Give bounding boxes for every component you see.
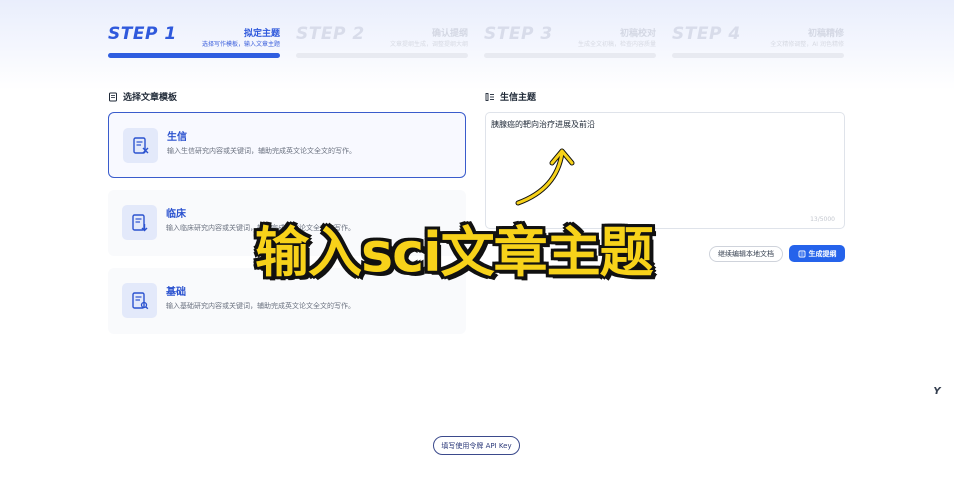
- card-title: 生信: [167, 132, 187, 143]
- step-description: 文章提纲生成，调整提纲大纲: [389, 41, 468, 48]
- step-number: STEP 2: [296, 24, 365, 44]
- card-icon-wrap: [122, 283, 157, 318]
- step-progress-bar: [108, 53, 280, 58]
- topic-section-title: 生信主题: [500, 93, 537, 103]
- video-caption: 输入sci文章主题: [255, 221, 654, 284]
- outline-icon: [798, 250, 805, 257]
- card-icon-wrap: [122, 205, 157, 240]
- template-section-header: 选择文章模板: [108, 90, 177, 103]
- step-number: STEP 3: [484, 24, 553, 44]
- card-description: 输入基础研究内容或关键词，辅助完成英文论文全文的写作。: [166, 302, 355, 310]
- step-title: 拟定主题: [243, 29, 280, 39]
- step-number: STEP 4: [672, 24, 741, 44]
- step-progress-bar: [484, 53, 656, 58]
- card-icon-wrap: [123, 128, 158, 163]
- basic-research-icon: [131, 291, 148, 309]
- generate-outline-label: 生成提纲: [808, 249, 837, 258]
- step-description: 选择写作模板，输入文章主题: [201, 41, 280, 48]
- clinical-icon: [131, 213, 147, 231]
- step-1[interactable]: STEP 1 拟定主题 选择写作模板，输入文章主题: [108, 22, 280, 60]
- step-progress-bar: [296, 53, 468, 58]
- corner-logo[interactable]: Y: [929, 386, 945, 400]
- card-title: 基础: [166, 287, 186, 298]
- step-title: 初稿校对: [619, 29, 656, 39]
- step-4[interactable]: STEP 4 初稿精修 全文精修调整，AI 润色精修: [672, 22, 844, 60]
- step-progress: STEP 1 拟定主题 选择写作模板，输入文章主题 STEP 2 确认提纲 文章…: [108, 22, 845, 62]
- step-number: STEP 1: [108, 24, 177, 44]
- step-title: 初稿精修: [807, 29, 844, 39]
- step-progress-bar: [672, 53, 844, 58]
- step-description: 生成全文初稿，检查内容质量: [577, 41, 656, 48]
- step-3[interactable]: STEP 3 初稿校对 生成全文初稿，检查内容质量: [484, 22, 656, 60]
- arrow-annotation-icon: [515, 148, 575, 206]
- template-card-bioinformatics[interactable]: 生信 输入生信研究内容或关键词，辅助完成英文论文全文的写作。: [108, 112, 466, 178]
- template-section-title: 选择文章模板: [123, 93, 178, 103]
- step-title: 确认提纲: [431, 29, 468, 39]
- continue-local-doc-button[interactable]: 继续编辑本地文档: [709, 246, 783, 262]
- api-key-button[interactable]: 填写使用令牌 API Key: [433, 436, 520, 455]
- card-description: 输入生信研究内容或关键词，辅助完成英文论文全文的写作。: [167, 147, 356, 155]
- topic-icon: [485, 92, 494, 101]
- topic-input-value: 胰腺癌的靶向治疗进展及前沿: [491, 120, 595, 129]
- step-2[interactable]: STEP 2 确认提纲 文章提纲生成，调整提纲大纲: [296, 22, 468, 60]
- generate-outline-button[interactable]: 生成提纲: [789, 245, 845, 262]
- topic-section-header: 生信主题: [485, 90, 536, 103]
- step-description: 全文精修调整，AI 润色精修: [770, 41, 844, 48]
- character-count: 13/5000: [810, 216, 835, 223]
- bioinformatics-icon: [132, 136, 148, 154]
- card-title: 临床: [166, 209, 186, 220]
- document-icon: [109, 92, 117, 101]
